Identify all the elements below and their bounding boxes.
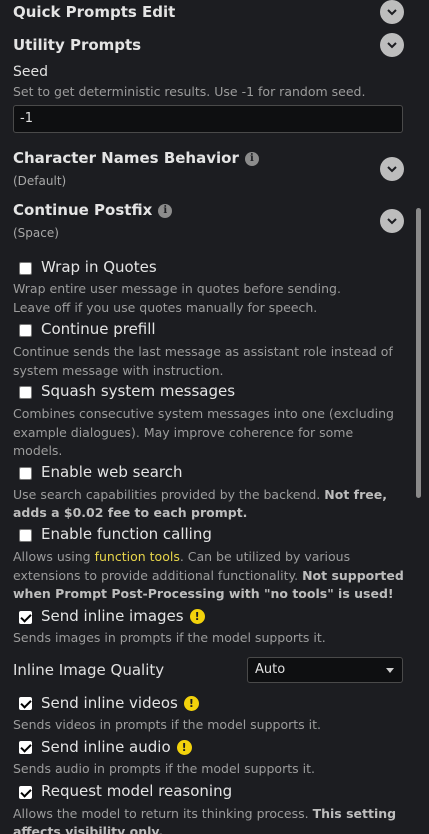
enable-function-calling-hint: extensions to provide additional functio… (13, 566, 404, 585)
enable-function-calling-hint-text: . Can be utilized by various (179, 549, 351, 564)
character-names-behavior-value: (Default) (13, 174, 67, 188)
enable-web-search-label[interactable]: Enable web search (41, 463, 182, 481)
enable-web-search-hint-text: Use search capabilities provided by the … (13, 487, 321, 502)
info-icon[interactable]: i (158, 203, 173, 218)
enable-function-calling-hint: Allows using function tools. Can be util… (13, 547, 350, 566)
utility-prompts-header[interactable]: Utility Prompts (13, 36, 141, 54)
warning-icon[interactable]: ! (176, 740, 192, 755)
wrap-in-quotes-label[interactable]: Wrap in Quotes (41, 258, 157, 276)
squash-system-messages-hint: example dialogues). May improve coherenc… (13, 425, 354, 440)
request-model-reasoning-hint-text: Allows the model to return its thinking … (13, 806, 309, 821)
enable-function-calling-checkbox[interactable] (19, 529, 32, 542)
continue-prefill-hint: Continue sends the last message as assis… (13, 344, 393, 359)
enable-function-calling-label[interactable]: Enable function calling (41, 525, 212, 543)
enable-function-calling-hint-strong: when Prompt Post-Processing with "no too… (13, 586, 394, 601)
chevron-down-icon[interactable] (380, 0, 404, 24)
inline-image-quality-select[interactable]: Auto (247, 657, 403, 683)
send-inline-videos-hint: Sends videos in prompts if the model sup… (13, 717, 321, 732)
chevron-down-icon[interactable] (380, 33, 404, 57)
seed-input[interactable]: -1 (13, 105, 403, 133)
enable-web-search-hint: Use search capabilities provided by the … (13, 485, 387, 504)
continue-postfix-value: (Space) (13, 226, 59, 240)
wrap-in-quotes-checkbox[interactable] (19, 262, 32, 275)
warning-icon[interactable]: ! (189, 609, 205, 624)
scrollbar-thumb[interactable] (416, 208, 421, 498)
continue-postfix-label: Continue Postfix (13, 201, 153, 219)
request-model-reasoning-hint-strong: affects visibility only. (13, 824, 164, 834)
enable-function-calling-hint-text: extensions to provide additional functio… (13, 568, 299, 583)
continue-prefill-label[interactable]: Continue prefill (41, 320, 156, 338)
function-tools-link[interactable]: function tools (95, 549, 180, 564)
continue-prefill-checkbox[interactable] (19, 324, 32, 337)
enable-web-search-hint-strong: adds a $0.02 fee to each prompt. (13, 505, 248, 520)
send-inline-audio-label[interactable]: Send inline audio! (41, 738, 192, 756)
send-inline-videos-label-text: Send inline videos (41, 694, 178, 712)
send-inline-videos-label[interactable]: Send inline videos! (41, 694, 199, 712)
chevron-down-icon[interactable] (380, 209, 404, 233)
warning-icon[interactable]: ! (183, 696, 199, 711)
request-model-reasoning-checkbox[interactable] (19, 786, 32, 799)
squash-system-messages-hint: Combines consecutive system messages int… (13, 406, 394, 421)
enable-function-calling-hint-text: Allows using (13, 549, 91, 564)
quick-prompts-edit-header[interactable]: Quick Prompts Edit (13, 3, 175, 21)
request-model-reasoning-label[interactable]: Request model reasoning (41, 782, 232, 800)
enable-web-search-checkbox[interactable] (19, 467, 32, 480)
send-inline-videos-checkbox[interactable] (19, 697, 32, 710)
inline-image-quality-value: Auto (255, 662, 286, 677)
character-names-behavior-header[interactable]: Character Names Behavior i (13, 149, 259, 167)
info-icon[interactable]: i (244, 151, 259, 166)
send-inline-images-label-text: Send inline images (41, 607, 184, 625)
enable-web-search-hint-strong: Not free, (324, 487, 387, 502)
inline-image-quality-label: Inline Image Quality (13, 661, 165, 679)
caret-down-icon (386, 668, 394, 673)
squash-system-messages-checkbox[interactable] (19, 386, 32, 399)
character-names-behavior-label: Character Names Behavior (13, 149, 239, 167)
send-inline-images-hint: Sends images in prompts if the model sup… (13, 630, 326, 645)
wrap-in-quotes-hint: Wrap entire user message in quotes befor… (13, 281, 341, 296)
enable-function-calling-hint-strong: Not supported (302, 568, 404, 583)
send-inline-images-label[interactable]: Send inline images! (41, 607, 205, 625)
request-model-reasoning-hint-strong: This setting (312, 806, 397, 821)
seed-label: Seed (13, 64, 48, 80)
request-model-reasoning-hint: Allows the model to return its thinking … (13, 804, 396, 823)
continue-postfix-header[interactable]: Continue Postfix i (13, 201, 173, 219)
squash-system-messages-hint: models. (13, 443, 63, 458)
squash-system-messages-label[interactable]: Squash system messages (41, 382, 235, 400)
send-inline-audio-checkbox[interactable] (19, 741, 32, 754)
send-inline-audio-hint: Sends audio in prompts if the model supp… (13, 761, 315, 776)
chevron-down-icon[interactable] (380, 157, 404, 181)
wrap-in-quotes-hint: Leave off if you use quotes manually for… (13, 300, 318, 315)
continue-prefill-hint: system message with instruction. (13, 363, 224, 378)
send-inline-images-checkbox[interactable] (19, 611, 32, 624)
send-inline-audio-label-text: Send inline audio (41, 738, 171, 756)
seed-hint: Set to get deterministic results. Use -1… (13, 84, 366, 99)
